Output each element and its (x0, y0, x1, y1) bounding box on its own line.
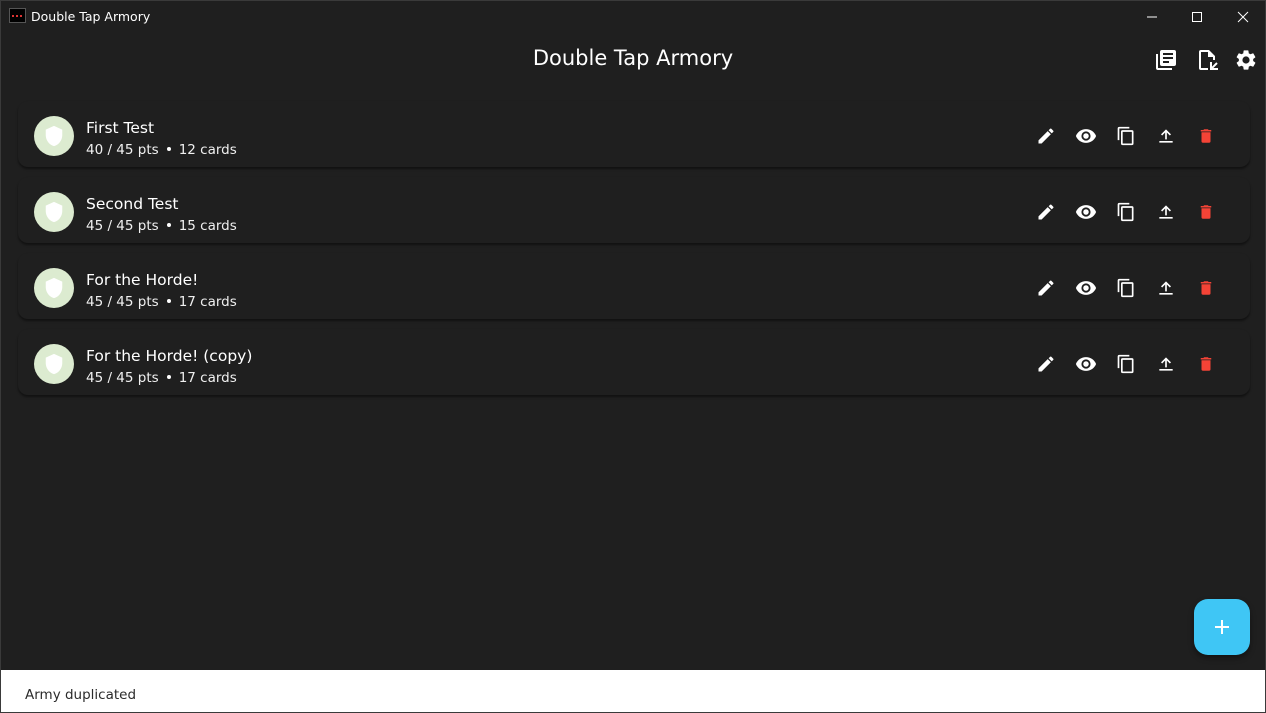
app-window: Double Tap Armory Double Tap Armory Firs… (0, 0, 1266, 713)
army-points: 40 / 45 pts (86, 142, 159, 158)
view-army-button[interactable] (1074, 276, 1098, 300)
close-button[interactable] (1220, 1, 1266, 32)
view-army-button[interactable] (1074, 124, 1098, 148)
delete-trash-icon (1200, 281, 1212, 295)
settings-button[interactable] (1232, 46, 1260, 74)
export-upload-icon (1159, 281, 1173, 295)
view-eye-icon (1075, 281, 1097, 295)
library-books-icon (1156, 50, 1176, 70)
snackbar: Army duplicated (1, 670, 1265, 712)
edit-army-button[interactable] (1034, 276, 1058, 300)
army-avatar (34, 192, 74, 232)
duplicate-army-button[interactable] (1114, 124, 1138, 148)
delete-trash-icon (1200, 357, 1212, 371)
shield-icon (45, 125, 63, 147)
minimize-button[interactable] (1129, 1, 1175, 32)
view-army-button[interactable] (1074, 352, 1098, 376)
edit-icon (1038, 128, 1054, 144)
duplicate-army-button[interactable] (1114, 352, 1138, 376)
app-logo-icon (9, 8, 26, 23)
army-points: 45 / 45 pts (86, 218, 159, 234)
export-army-button[interactable] (1154, 124, 1178, 148)
delete-army-button[interactable] (1194, 352, 1218, 376)
edit-icon (1038, 356, 1054, 372)
army-list-item[interactable]: For the Horde! (copy) 45 / 45 pts 17 card… (18, 329, 1250, 395)
plus-icon (1215, 620, 1229, 634)
copy-icon (1117, 202, 1134, 222)
edit-icon (1038, 204, 1054, 220)
view-eye-icon (1075, 205, 1097, 219)
edit-army-button[interactable] (1034, 200, 1058, 224)
settings-gear-icon (1236, 50, 1256, 70)
duplicate-army-button[interactable] (1114, 200, 1138, 224)
import-button[interactable] (1193, 46, 1221, 74)
close-icon (1237, 11, 1249, 22)
army-summary: 40 / 45 pts 12 cards (86, 142, 237, 158)
separator-dot (166, 374, 171, 379)
army-list-item[interactable]: Second Test 45 / 45 pts 15 cards (18, 177, 1250, 243)
army-name: For the Horde! (86, 271, 199, 289)
edit-army-button[interactable] (1034, 352, 1058, 376)
view-eye-icon (1075, 129, 1097, 143)
army-summary: 45 / 45 pts 17 cards (86, 294, 237, 310)
army-points: 45 / 45 pts (86, 370, 159, 386)
page-title: Double Tap Armory (532, 46, 734, 70)
maximize-icon (1192, 11, 1202, 22)
snackbar-message: Army duplicated (25, 687, 137, 703)
delete-trash-icon (1200, 129, 1212, 143)
shield-icon (45, 201, 63, 223)
separator-dot (166, 146, 171, 151)
library-button[interactable] (1152, 46, 1180, 74)
army-card-count: 17 cards (178, 294, 237, 310)
delete-army-button[interactable] (1194, 124, 1218, 148)
app-bar: Double Tap Armory (1, 32, 1265, 90)
export-upload-icon (1159, 357, 1173, 371)
army-summary: 45 / 45 pts 15 cards (86, 218, 237, 234)
army-card-count: 15 cards (178, 218, 237, 234)
edit-army-button[interactable] (1034, 124, 1058, 148)
export-army-button[interactable] (1154, 200, 1178, 224)
export-army-button[interactable] (1154, 352, 1178, 376)
army-card-count: 17 cards (178, 370, 237, 386)
export-upload-icon (1159, 129, 1173, 143)
export-upload-icon (1159, 205, 1173, 219)
army-points: 45 / 45 pts (86, 294, 159, 310)
army-summary: 45 / 45 pts 17 cards (86, 370, 237, 386)
minimize-icon (1147, 16, 1157, 17)
delete-trash-icon (1200, 205, 1212, 219)
army-avatar (34, 344, 74, 384)
army-list-item[interactable]: First Test 40 / 45 pts 12 cards (18, 101, 1250, 167)
army-avatar (34, 116, 74, 156)
shield-icon (45, 353, 63, 375)
title-bar: Double Tap Armory (1, 1, 1265, 32)
separator-dot (166, 222, 171, 227)
separator-dot (166, 298, 171, 303)
window-title: Double Tap Armory (31, 9, 151, 24)
shield-icon (45, 277, 63, 299)
army-name: First Test (86, 119, 155, 137)
edit-icon (1038, 280, 1054, 296)
army-list-item[interactable]: For the Horde! 45 / 45 pts 17 cards (18, 253, 1250, 319)
duplicate-army-button[interactable] (1114, 276, 1138, 300)
view-eye-icon (1075, 357, 1097, 371)
army-name: For the Horde! (copy) (86, 347, 253, 365)
copy-icon (1117, 126, 1134, 146)
delete-army-button[interactable] (1194, 276, 1218, 300)
file-import-icon (1199, 50, 1218, 70)
army-list: First Test 40 / 45 pts 12 cards Second Te… (18, 101, 1250, 405)
add-army-button[interactable] (1194, 599, 1250, 655)
copy-icon (1117, 354, 1134, 374)
army-avatar (34, 268, 74, 308)
copy-icon (1117, 278, 1134, 298)
army-name: Second Test (86, 195, 179, 213)
maximize-button[interactable] (1174, 1, 1220, 32)
export-army-button[interactable] (1154, 276, 1178, 300)
delete-army-button[interactable] (1194, 200, 1218, 224)
view-army-button[interactable] (1074, 200, 1098, 224)
army-card-count: 12 cards (178, 142, 237, 158)
